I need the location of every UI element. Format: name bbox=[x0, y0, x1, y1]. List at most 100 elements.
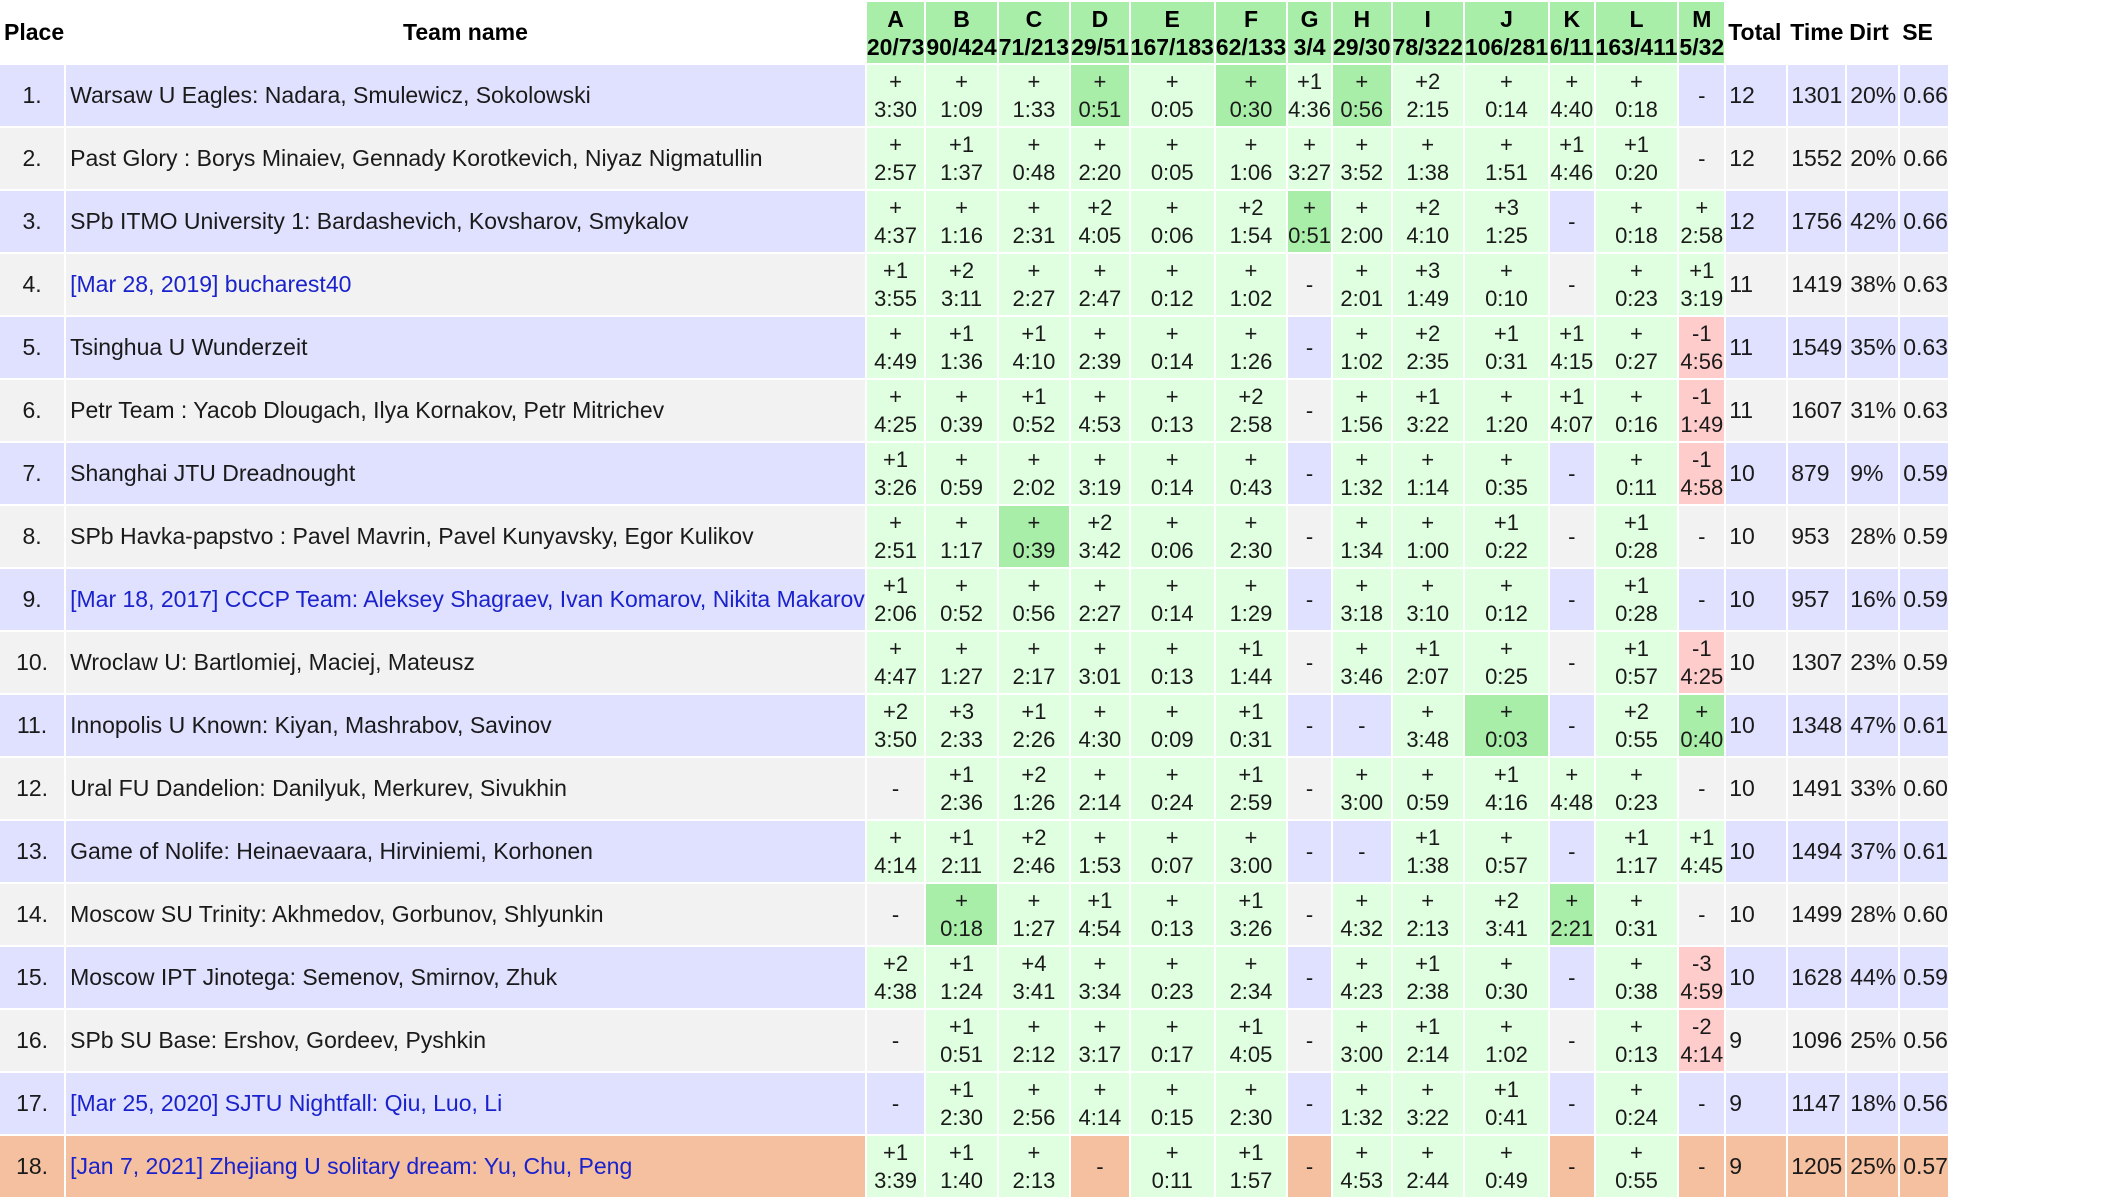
dirt-cell: 42% bbox=[1847, 191, 1899, 252]
result-time: 3:01 bbox=[1078, 663, 1122, 689]
standings-body: 1. Warsaw U Eagles: Nadara, Smulewicz, So… bbox=[0, 65, 1948, 1197]
problem-result-i: +1:14 bbox=[1392, 443, 1463, 504]
problem-header-k[interactable]: K 6/11 bbox=[1550, 2, 1594, 63]
total-cell: 12 bbox=[1726, 191, 1787, 252]
result-attempts: +2 bbox=[1238, 194, 1264, 220]
problem-result-b: +1:09 bbox=[926, 65, 997, 126]
result-attempts: + bbox=[1421, 887, 1435, 913]
problem-header-i[interactable]: I 78/322 bbox=[1392, 2, 1463, 63]
problem-header-a[interactable]: A 20/73 bbox=[866, 2, 925, 63]
problem-header-b[interactable]: B 90/424 bbox=[926, 2, 997, 63]
result-time: 1:32 bbox=[1340, 474, 1384, 500]
problem-result-c: +4 3:41 bbox=[998, 947, 1070, 1008]
problem-result-f: +0:43 bbox=[1215, 443, 1287, 504]
result-attempts: +1 bbox=[1559, 383, 1585, 409]
time-header[interactable]: Time bbox=[1788, 2, 1846, 63]
dirt-cell: 20% bbox=[1847, 128, 1899, 189]
problem-result-j: +1 4:16 bbox=[1464, 758, 1549, 819]
result-time: 1:40 bbox=[940, 1167, 983, 1193]
result-time: 2:21 bbox=[1550, 915, 1594, 941]
problem-header-e[interactable]: E 167/183 bbox=[1130, 2, 1214, 63]
result-attempts: + bbox=[1355, 887, 1369, 913]
problem-header-l[interactable]: L 163/411 bbox=[1595, 2, 1678, 63]
result-time: 0:14 bbox=[1150, 600, 1194, 626]
team-name-link[interactable]: [Mar 28, 2019] bucharest40 bbox=[66, 254, 865, 315]
result-attempts: + bbox=[1355, 131, 1369, 157]
standings-table: Place Team name A 20/73 B 90/424 C 71/213 D 29/… bbox=[0, 0, 1950, 1199]
dirt-cell: 44% bbox=[1847, 947, 1899, 1008]
result-time: 2:51 bbox=[874, 537, 917, 563]
problem-result-d: +3:01 bbox=[1071, 632, 1129, 693]
team-name-link[interactable]: [Mar 25, 2020] SJTU Nightfall: Qiu, Luo,… bbox=[66, 1073, 865, 1134]
problem-result-l: +0:31 bbox=[1595, 884, 1678, 945]
result-attempts: +1 bbox=[949, 1076, 975, 1102]
result-attempts: + bbox=[1244, 131, 1258, 157]
place-cell: 15. bbox=[0, 947, 65, 1008]
place-cell: 18. bbox=[0, 1136, 65, 1197]
table-row: 17. [Mar 25, 2020] SJTU Nightfall: Qiu, L… bbox=[0, 1073, 1948, 1134]
problem-result-h: +1:34 bbox=[1332, 506, 1391, 567]
place-header[interactable]: Place bbox=[0, 2, 65, 63]
result-time: 4:40 bbox=[1550, 96, 1594, 122]
result-time: 4:59 bbox=[1680, 978, 1724, 1004]
problem-header-h[interactable]: H 29/30 bbox=[1332, 2, 1391, 63]
result-attempts: + bbox=[889, 68, 903, 94]
problem-result-d: +3:17 bbox=[1071, 1010, 1129, 1071]
result-time: 0:18 bbox=[1615, 96, 1658, 122]
time-cell: 1628 bbox=[1788, 947, 1846, 1008]
result-attempts: + bbox=[1093, 761, 1107, 787]
result-attempts: +1 bbox=[1087, 887, 1113, 913]
se-header[interactable]: SE bbox=[1900, 2, 1948, 63]
problem-result-a: +1 3:55 bbox=[866, 254, 925, 315]
problem-header-g[interactable]: G 3/4 bbox=[1288, 2, 1331, 63]
problem-header-f[interactable]: F 62/133 bbox=[1215, 2, 1287, 63]
result-attempts: + bbox=[1165, 950, 1179, 976]
problem-header-m[interactable]: M 5/32 bbox=[1679, 2, 1725, 63]
total-cell: 10 bbox=[1726, 758, 1787, 819]
problem-header-j[interactable]: J 106/281 bbox=[1464, 2, 1549, 63]
result-attempts: - bbox=[1568, 712, 1576, 738]
problem-header-d[interactable]: D 29/51 bbox=[1071, 2, 1129, 63]
result-time: 0:35 bbox=[1485, 474, 1528, 500]
result-time: 0:52 bbox=[940, 600, 983, 626]
result-time: 0:57 bbox=[1485, 852, 1528, 878]
problem-result-i: +3:48 bbox=[1392, 695, 1463, 756]
problem-result-b: +1 2:36 bbox=[926, 758, 997, 819]
result-attempts: +1 bbox=[1238, 1013, 1264, 1039]
problem-result-h: - bbox=[1332, 821, 1391, 882]
place-cell: 10. bbox=[0, 632, 65, 693]
result-time: 3:55 bbox=[874, 285, 917, 311]
result-attempts: +1 bbox=[1623, 131, 1650, 157]
result-attempts: +1 bbox=[1021, 383, 1047, 409]
result-attempts: + bbox=[1355, 383, 1369, 409]
total-header[interactable]: Total bbox=[1726, 2, 1787, 63]
result-attempts: + bbox=[1355, 572, 1369, 598]
result-attempts: + bbox=[1165, 1076, 1179, 1102]
team-name-link[interactable]: [Mar 18, 2017] CCCP Team: Aleksey Shagra… bbox=[66, 569, 865, 630]
result-attempts: +1 bbox=[1021, 320, 1047, 346]
problem-result-j: +0:25 bbox=[1464, 632, 1549, 693]
result-attempts: - bbox=[1358, 838, 1366, 864]
team-name-link[interactable]: [Jan 7, 2021] Zhejiang U solitary dream:… bbox=[66, 1136, 865, 1197]
result-time: 2:13 bbox=[1012, 1167, 1056, 1193]
problem-result-d: +2:27 bbox=[1071, 569, 1129, 630]
problem-result-m: -2 4:14 bbox=[1679, 1010, 1725, 1071]
result-time: 2:07 bbox=[1406, 663, 1450, 689]
dirt-header[interactable]: Dirt bbox=[1847, 2, 1899, 63]
result-attempts: +1 bbox=[1623, 509, 1650, 535]
problem-result-k: +1 4:46 bbox=[1550, 128, 1594, 189]
result-attempts: + bbox=[1165, 509, 1179, 535]
result-attempts: - bbox=[1698, 1153, 1706, 1179]
problem-result-f: +1 0:31 bbox=[1215, 695, 1287, 756]
result-attempts: + bbox=[955, 194, 968, 220]
result-attempts: +2 bbox=[1087, 509, 1113, 535]
result-time: 0:23 bbox=[1615, 285, 1658, 311]
problem-header-c[interactable]: C 71/213 bbox=[998, 2, 1070, 63]
problem-result-a: +2 3:50 bbox=[866, 695, 925, 756]
problem-solve-stat: 29/51 bbox=[1071, 33, 1129, 60]
result-attempts: - bbox=[1305, 271, 1314, 297]
result-time: 2:46 bbox=[1012, 852, 1056, 878]
team-name-header[interactable]: Team name bbox=[66, 2, 865, 63]
problem-result-l: +0:18 bbox=[1595, 65, 1678, 126]
problem-result-b: +0:59 bbox=[926, 443, 997, 504]
